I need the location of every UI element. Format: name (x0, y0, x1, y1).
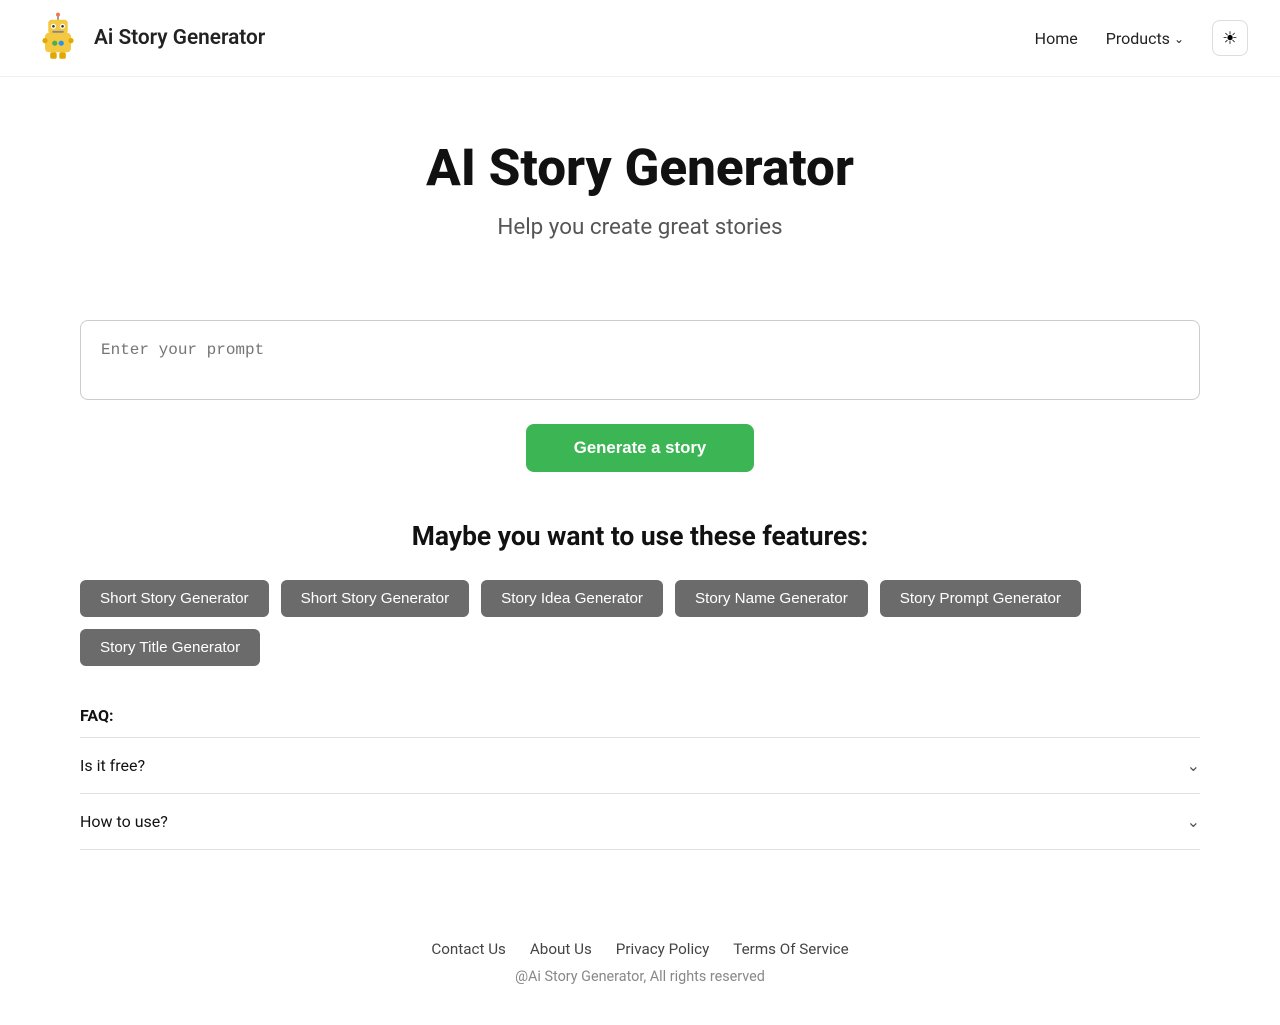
faq-section: FAQ: Is it free? ⌄ How to use? ⌄ (40, 706, 1240, 850)
feature-chip[interactable]: Story Idea Generator (481, 580, 663, 617)
faq-item: How to use? ⌄ (80, 793, 1200, 850)
generate-button[interactable]: Generate a story (526, 424, 754, 472)
hero-subtitle: Help you create great stories (40, 214, 1240, 240)
features-chips-container: Short Story Generator Short Story Generat… (80, 580, 1200, 666)
nav-right: Home Products ⌄ ☀ (1035, 20, 1248, 56)
faq-item: Is it free? ⌄ (80, 737, 1200, 793)
faq-question-text: How to use? (80, 812, 168, 831)
generate-btn-wrapper: Generate a story (80, 424, 1200, 472)
faq-question-text: Is it free? (80, 756, 145, 775)
navbar: Ai Story Generator Home Products ⌄ ☀ (0, 0, 1280, 77)
faq-items: Is it free? ⌄ How to use? ⌄ (80, 737, 1200, 850)
footer-link[interactable]: Terms Of Service (733, 940, 848, 958)
faq-chevron-icon: ⌄ (1187, 812, 1200, 831)
nav-products[interactable]: Products ⌄ (1106, 29, 1184, 48)
sun-icon: ☀ (1222, 28, 1238, 49)
feature-chip[interactable]: Story Name Generator (675, 580, 868, 617)
hero-section: AI Story Generator Help you create great… (0, 77, 1280, 280)
products-chevron-icon: ⌄ (1174, 32, 1184, 46)
faq-question[interactable]: How to use? ⌄ (80, 794, 1200, 849)
footer: Contact Us About Us Privacy Policy Terms Of… (0, 890, 1280, 1025)
nav-home[interactable]: Home (1035, 29, 1078, 48)
brand-name: Ai Story Generator (94, 26, 265, 50)
faq-chevron-icon: ⌄ (1187, 756, 1200, 775)
footer-link[interactable]: Contact Us (431, 940, 506, 958)
feature-chip[interactable]: Story Title Generator (80, 629, 260, 666)
brand-link[interactable]: Ai Story Generator (32, 12, 265, 64)
features-heading: Maybe you want to use these features: (80, 522, 1200, 552)
theme-toggle-button[interactable]: ☀ (1212, 20, 1248, 56)
footer-link[interactable]: Privacy Policy (616, 940, 710, 958)
hero-title: AI Story Generator (40, 137, 1240, 198)
prompt-input[interactable] (80, 320, 1200, 400)
brand-logo (32, 12, 84, 64)
feature-chip[interactable]: Story Prompt Generator (880, 580, 1081, 617)
features-section: Maybe you want to use these features: Sh… (40, 522, 1240, 666)
feature-chip[interactable]: Short Story Generator (80, 580, 269, 617)
products-label: Products (1106, 29, 1170, 48)
footer-links: Contact Us About Us Privacy Policy Terms Of… (40, 940, 1240, 958)
faq-title: FAQ: (80, 706, 1200, 725)
footer-link[interactable]: About Us (530, 940, 592, 958)
faq-question[interactable]: Is it free? ⌄ (80, 738, 1200, 793)
feature-chip[interactable]: Short Story Generator (281, 580, 470, 617)
prompt-section: Generate a story (40, 320, 1240, 472)
footer-copyright: @Ai Story Generator, All rights reserved (40, 968, 1240, 985)
